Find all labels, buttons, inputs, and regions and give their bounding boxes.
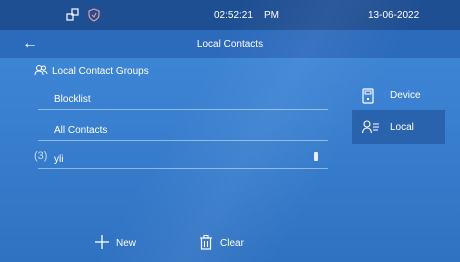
contact-groups-heading: Local Contact Groups xyxy=(34,64,149,79)
page-title: Local Contacts xyxy=(196,39,264,50)
list-item-all-contacts[interactable]: All Contacts xyxy=(38,118,328,141)
device-icon xyxy=(362,88,374,107)
network-icon xyxy=(66,8,80,25)
shield-icon xyxy=(88,8,100,25)
clear-button-label: Clear xyxy=(220,238,244,249)
local-contacts-icon xyxy=(361,120,380,137)
local-tab-label: Local xyxy=(390,122,414,133)
list-item-label: Blocklist xyxy=(54,94,91,105)
new-button[interactable]: New xyxy=(94,234,136,253)
contact-index-badge: (3) xyxy=(34,150,48,162)
status-date: 13-06-2022 xyxy=(368,10,420,21)
new-button-label: New xyxy=(116,238,137,249)
contact-index-number: 3 xyxy=(37,150,44,162)
plus-icon xyxy=(94,234,110,253)
list-item-label: All Contacts xyxy=(54,125,108,136)
status-ampm: PM xyxy=(264,10,279,21)
list-item-blocklist[interactable]: Blocklist xyxy=(38,87,328,110)
clear-button[interactable]: Clear xyxy=(198,234,244,253)
list-item-contact[interactable]: (3) yli xyxy=(34,146,328,169)
contact-marker-icon xyxy=(314,152,318,161)
device-tab[interactable]: Device xyxy=(352,78,445,112)
local-tab[interactable]: Local xyxy=(352,110,445,144)
status-bar: 02:52:21 PM 13-06-2022 xyxy=(0,0,460,30)
title-bar: ← Local Contacts xyxy=(0,30,460,58)
trash-icon xyxy=(198,234,214,253)
contact-group-icon xyxy=(34,64,48,79)
contact-groups-label: Local Contact Groups xyxy=(52,66,149,77)
contact-name: yli xyxy=(54,154,64,165)
status-time: 02:52:21 xyxy=(214,10,253,21)
device-tab-label: Device xyxy=(390,90,421,101)
